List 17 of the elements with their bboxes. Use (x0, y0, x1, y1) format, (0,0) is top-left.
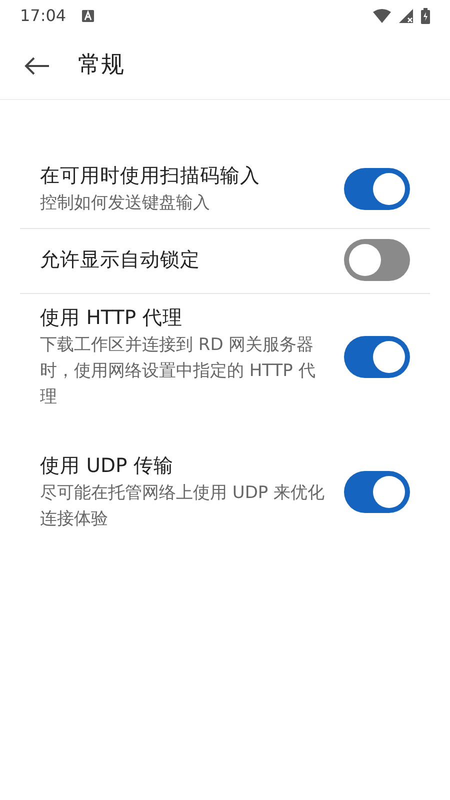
toggle-switch[interactable] (344, 471, 410, 513)
setting-title: 使用 HTTP 代理 (40, 305, 184, 331)
wifi-icon (373, 9, 391, 23)
setting-description: 下载工作区并连接到 RD 网关服务器时，使用网络设置中指定的 HTTP 代理 (40, 334, 316, 409)
signal-icon (399, 9, 413, 23)
setting-description: 尽可能在托管网络上使用 UDP 来优化连接体验 (40, 482, 326, 531)
toggle-switch[interactable] (344, 336, 410, 378)
setting-title: 使用 UDP 传输 (40, 453, 174, 479)
toggle-switch[interactable] (344, 239, 410, 281)
battery-icon (421, 8, 430, 24)
setting-title: 在可用时使用扫描码输入 (40, 163, 261, 189)
setting-title: 允许显示自动锁定 (40, 247, 201, 273)
page-title: 常规 (78, 51, 124, 80)
status-time: 17:04 (20, 5, 66, 27)
toggle-switch[interactable] (344, 168, 410, 210)
keyboard-icon (82, 10, 94, 22)
setting-description: 控制如何发送键盘输入 (40, 192, 211, 215)
